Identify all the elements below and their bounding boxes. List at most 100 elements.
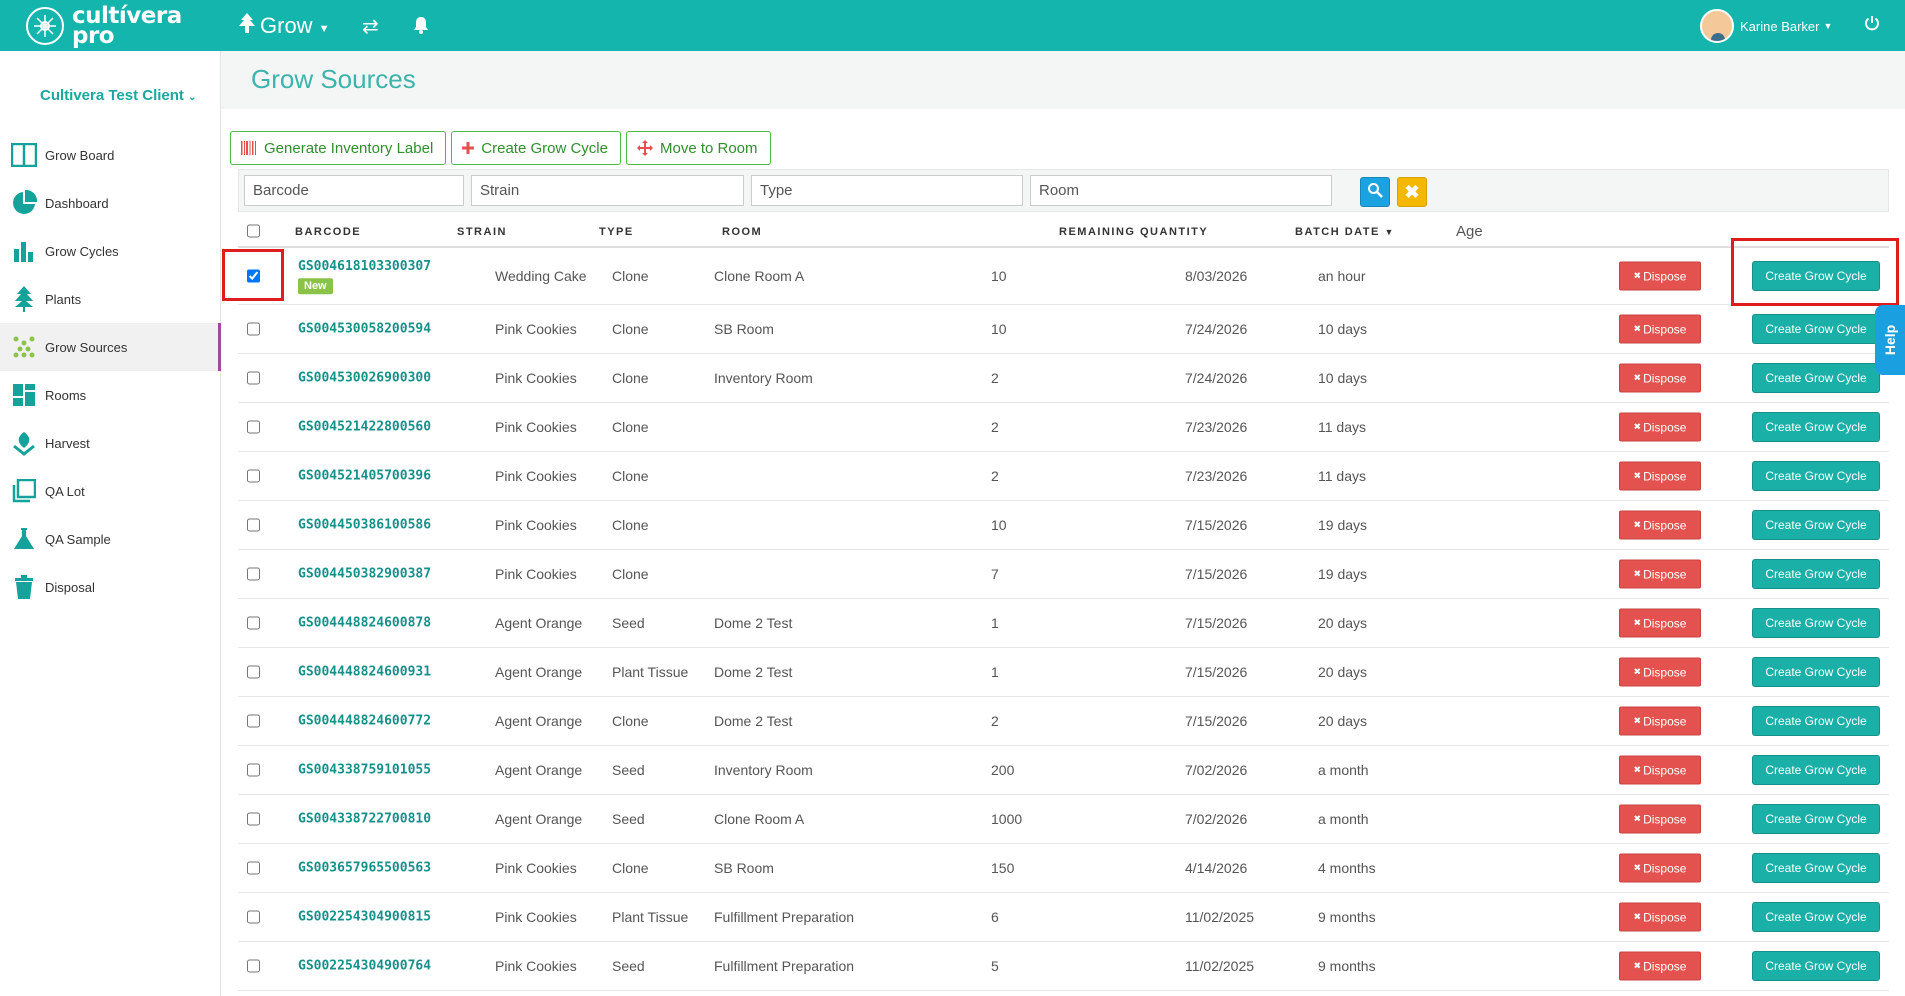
barcode-link[interactable]: GS004530058200594 (298, 322, 431, 337)
row-select-checkbox[interactable] (247, 714, 260, 728)
dispose-button[interactable]: ✖ Dispose (1619, 951, 1701, 981)
row-select-checkbox[interactable] (247, 910, 260, 924)
barcode-link[interactable]: GS002254304900764 (298, 959, 431, 974)
select-all-checkbox[interactable] (247, 224, 260, 238)
create-grow-cycle-button[interactable]: Create Grow Cycle (1752, 510, 1880, 540)
age-cell: 19 days (1318, 566, 1368, 582)
strain-cell: Agent Orange (495, 811, 583, 827)
barcode-link[interactable]: GS004338759101055 (298, 763, 431, 778)
type-filter-input[interactable] (751, 175, 1023, 206)
sidebar-item-grow-board[interactable]: Grow Board (0, 131, 221, 179)
barcode-link[interactable]: GS004448824600931 (298, 665, 431, 680)
bell-icon[interactable] (413, 16, 429, 39)
generate-inventory-label-button[interactable]: Generate Inventory Label (230, 131, 447, 165)
column-header-remaining-quantity[interactable]: REMAINING QUANTITY (1059, 226, 1208, 238)
barcode-link[interactable]: GS004448824600772 (298, 714, 431, 729)
row-select-checkbox[interactable] (247, 371, 260, 385)
dispose-button[interactable]: ✖ Dispose (1619, 853, 1701, 883)
barcode-link[interactable]: GS004450386100586 (298, 518, 431, 533)
row-select-checkbox[interactable] (247, 518, 260, 532)
row-select-checkbox[interactable] (247, 469, 260, 483)
barcode-link[interactable]: GS004530026900300 (298, 371, 431, 386)
module-selector[interactable]: Grow ▼ (238, 13, 329, 39)
row-select-checkbox[interactable] (247, 567, 260, 581)
sidebar-item-grow-cycles[interactable]: Grow Cycles (0, 227, 221, 275)
help-tab[interactable]: Help (1875, 305, 1905, 375)
chevron-down-icon: ▼ (1823, 21, 1833, 31)
sidebar-item-grow-sources[interactable]: Grow Sources (0, 323, 222, 371)
create-grow-cycle-button[interactable]: Create Grow Cycle (1752, 755, 1880, 785)
power-icon[interactable] (1864, 15, 1880, 36)
sidebar-item-harvest[interactable]: Harvest (0, 419, 221, 467)
column-header-room[interactable]: ROOM (722, 226, 762, 238)
sidebar-item-qa-lot[interactable]: QA Lot (0, 467, 221, 515)
dispose-button[interactable]: ✖ Dispose (1619, 755, 1701, 785)
row-select-checkbox[interactable] (247, 763, 260, 777)
user-menu[interactable]: Karine Barker ▼ (1700, 9, 1832, 43)
column-header-barcode[interactable]: BARCODE (295, 226, 361, 238)
row-select-checkbox[interactable] (247, 812, 260, 826)
column-header-age[interactable]: Age (1456, 223, 1483, 240)
dispose-button[interactable]: ✖ Dispose (1619, 608, 1701, 638)
row-select-checkbox[interactable] (247, 322, 260, 336)
row-select-checkbox[interactable] (247, 420, 260, 434)
barcode-link[interactable]: GS004521422800560 (298, 420, 431, 435)
dispose-button[interactable]: ✖ Dispose (1619, 261, 1701, 291)
barcode-link[interactable]: GS004618103300307 (298, 259, 431, 274)
barcode-filter-input[interactable] (244, 175, 464, 206)
create-grow-cycle-button[interactable]: Create Grow Cycle (1752, 261, 1880, 291)
barcode-link[interactable]: GS004521405700396 (298, 469, 431, 484)
sidebar-item-dashboard[interactable]: Dashboard (0, 179, 221, 227)
room-filter-input[interactable] (1030, 175, 1332, 206)
barcode-link[interactable]: GS003657965500563 (298, 861, 431, 876)
create-grow-cycle-button[interactable]: Create Grow Cycle (1752, 314, 1880, 344)
row-select-checkbox[interactable] (247, 616, 260, 630)
move-to-room-button[interactable]: Move to Room (625, 131, 771, 165)
dispose-button[interactable]: ✖ Dispose (1619, 657, 1701, 687)
dispose-button[interactable]: ✖ Dispose (1619, 314, 1701, 344)
dispose-button[interactable]: ✖ Dispose (1619, 902, 1701, 932)
dispose-button[interactable]: ✖ Dispose (1619, 559, 1701, 589)
create-grow-cycle-button[interactable]: Create Grow Cycle (1752, 853, 1880, 883)
row-select-checkbox[interactable] (247, 861, 260, 875)
remaining-quantity-cell: 200 (991, 762, 1015, 778)
create-grow-cycle-button[interactable]: Create Grow Cycle (1752, 608, 1880, 638)
sidebar-item-qa-sample[interactable]: QA Sample (0, 515, 221, 563)
create-grow-cycle-button[interactable]: Create Grow Cycle (1752, 559, 1880, 589)
strain-filter-input[interactable] (471, 175, 744, 206)
create-grow-cycle-button[interactable]: Create Grow Cycle (1752, 363, 1880, 393)
close-icon: ✖ (1633, 960, 1642, 971)
sidebar-item-rooms[interactable]: Rooms (0, 371, 221, 419)
app-logo[interactable]: cultívera pro (26, 5, 182, 48)
row-select-checkbox[interactable] (247, 959, 260, 973)
barcode-link[interactable]: GS004450382900387 (298, 567, 431, 582)
create-grow-cycle-button[interactable]: Create Grow Cycle (1752, 706, 1880, 736)
sidebar-item-plants[interactable]: Plants (0, 275, 221, 323)
client-selector[interactable]: Cultivera Test Client ⌄ (40, 87, 196, 104)
barcode-link[interactable]: GS004338722700810 (298, 812, 431, 827)
column-header-type[interactable]: TYPE (599, 226, 634, 238)
dispose-button[interactable]: ✖ Dispose (1619, 510, 1701, 540)
create-grow-cycle-button[interactable]: Create Grow Cycle (1752, 902, 1880, 932)
row-select-checkbox[interactable] (247, 269, 260, 283)
dispose-button[interactable]: ✖ Dispose (1619, 706, 1701, 736)
create-grow-cycle-button[interactable]: Create Grow Cycle (1752, 412, 1880, 442)
dispose-button[interactable]: ✖ Dispose (1619, 461, 1701, 491)
column-header-batch-date[interactable]: BATCH DATE ▼ (1295, 226, 1395, 238)
dispose-button[interactable]: ✖ Dispose (1619, 363, 1701, 393)
create-grow-cycle-toolbar-button[interactable]: Create Grow Cycle (451, 131, 621, 165)
search-button[interactable] (1360, 177, 1390, 207)
barcode-link[interactable]: GS002254304900815 (298, 910, 431, 925)
swap-icon[interactable]: ⇄ (362, 14, 379, 39)
dispose-button[interactable]: ✖ Dispose (1619, 804, 1701, 834)
create-grow-cycle-button[interactable]: Create Grow Cycle (1752, 461, 1880, 491)
create-grow-cycle-button[interactable]: Create Grow Cycle (1752, 657, 1880, 687)
create-grow-cycle-button[interactable]: Create Grow Cycle (1752, 804, 1880, 834)
create-grow-cycle-button[interactable]: Create Grow Cycle (1752, 951, 1880, 981)
clear-filters-button[interactable]: ✖ (1397, 177, 1427, 207)
row-select-checkbox[interactable] (247, 665, 260, 679)
sidebar-item-disposal[interactable]: Disposal (0, 563, 221, 611)
barcode-link[interactable]: GS004448824600878 (298, 616, 431, 631)
column-header-strain[interactable]: STRAIN (457, 226, 507, 238)
dispose-button[interactable]: ✖ Dispose (1619, 412, 1701, 442)
